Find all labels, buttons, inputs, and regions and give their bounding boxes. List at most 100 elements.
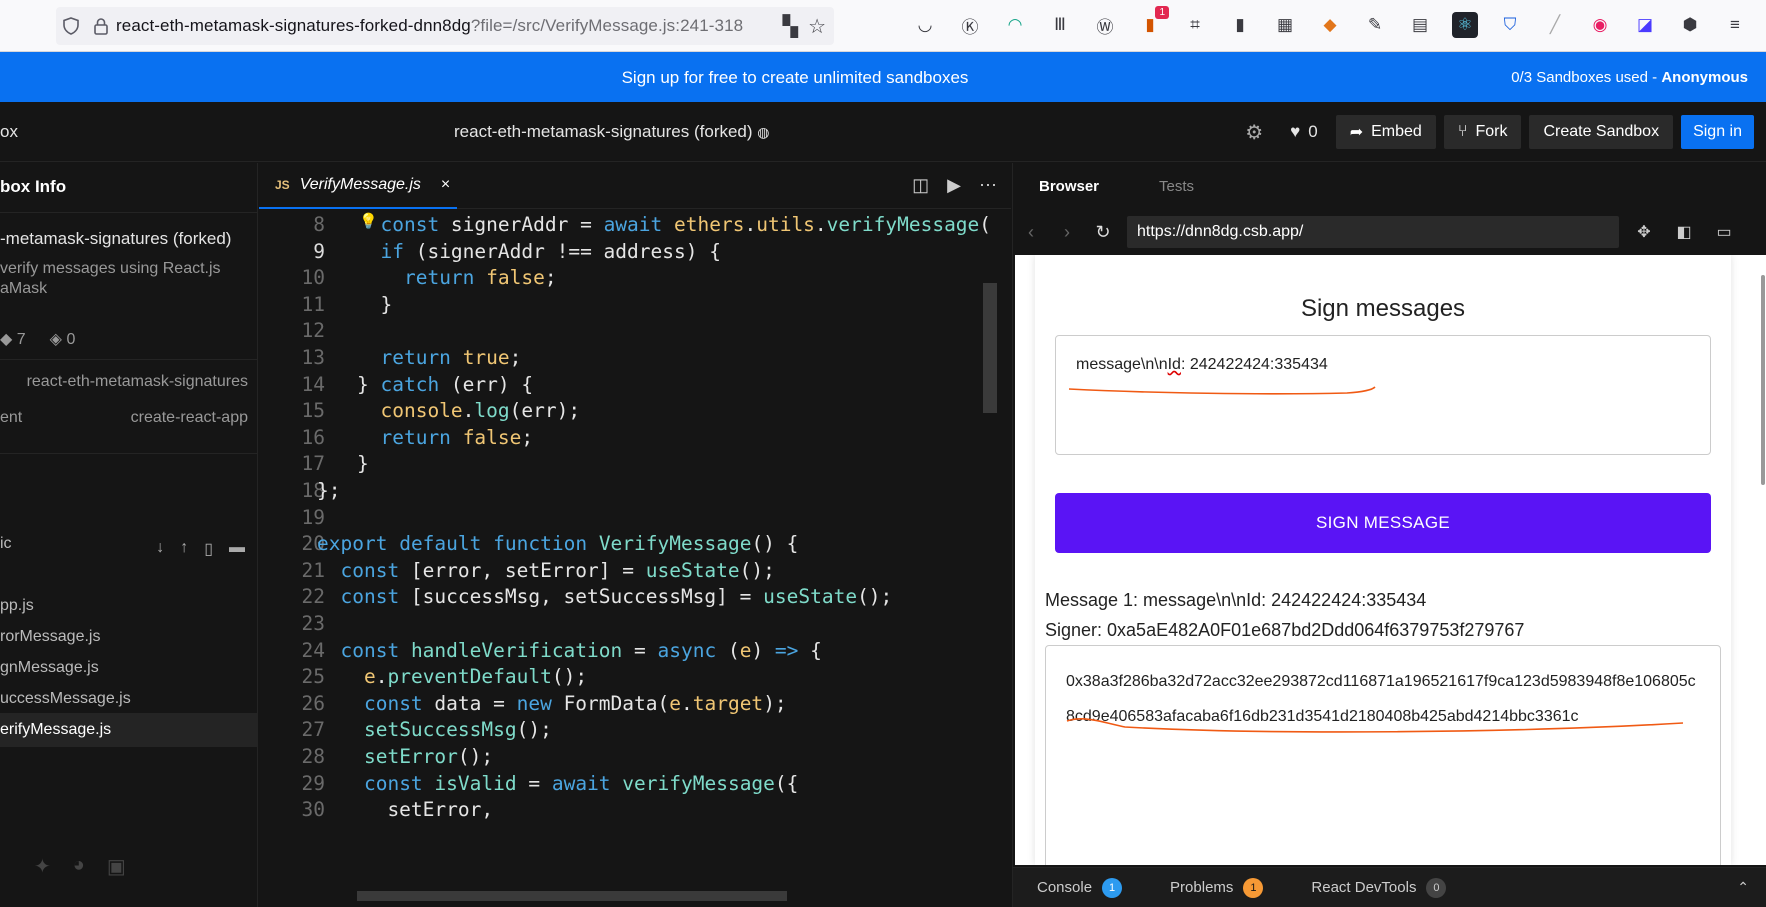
file-item[interactable]: gnMessage.js: [0, 651, 257, 685]
react-devtools-tab[interactable]: React DevTools 0: [1311, 877, 1447, 898]
discord-icon[interactable]: ▣: [107, 854, 126, 879]
console-tab[interactable]: Console 1: [1037, 877, 1123, 898]
react-icon[interactable]: ⚛: [1452, 12, 1478, 38]
embed-label: Embed: [1371, 123, 1422, 140]
sandbox-description[interactable]: verify messages using React.js aMask: [0, 259, 221, 299]
qr-icon[interactable]: ▚: [783, 14, 798, 39]
gear-icon[interactable]: ⚙: [1236, 115, 1272, 149]
devtools-bar: Console 1 Problems 1 React DevTools 0 ⌃: [1013, 867, 1766, 907]
divider: [0, 212, 257, 213]
problems-tab[interactable]: Problems 1: [1170, 877, 1264, 898]
sign-in-button[interactable]: Sign in: [1681, 115, 1754, 149]
forked-from-link[interactable]: react-eth-metamask-signatures: [27, 373, 248, 391]
file-item[interactable]: pp.js: [0, 589, 257, 623]
like-button[interactable]: ♥ 0: [1280, 122, 1328, 142]
create-sandbox-button[interactable]: Create Sandbox: [1529, 115, 1674, 149]
forward-icon[interactable]: ›: [1049, 222, 1085, 243]
chevron-up-icon[interactable]: ⌃: [1737, 879, 1749, 896]
fork-label: Fork: [1475, 123, 1508, 140]
preview-icon[interactable]: ▶: [947, 175, 961, 196]
logo-text[interactable]: ox: [0, 122, 18, 142]
github-icon[interactable]: ◕: [73, 854, 85, 879]
sandbox-name[interactable]: -metamask-signatures (forked): [0, 229, 231, 249]
more-icon[interactable]: ⋯: [979, 175, 997, 196]
file-item[interactable]: rorMessage.js: [0, 620, 257, 654]
tab-tests[interactable]: Tests: [1159, 178, 1194, 195]
notification-icon[interactable]: ▮ 1: [1137, 6, 1169, 38]
forks-stat: ◈ 0: [50, 329, 76, 349]
embed-button[interactable]: ➦ Embed: [1335, 115, 1436, 149]
star-icon[interactable]: ☆: [808, 14, 826, 39]
back-icon[interactable]: ‹: [1013, 222, 1049, 243]
environment-label: ent: [0, 409, 23, 426]
vertical-scrollbar[interactable]: [983, 283, 997, 413]
cube-icon[interactable]: ⬢: [1677, 12, 1703, 38]
url-path: ?file=/src/VerifyMessage.js:241-318: [470, 16, 744, 35]
forked-from-row: react-eth-metamask-signatures: [0, 373, 248, 391]
globe-icon: ◍: [757, 124, 770, 140]
responsive-icon[interactable]: ▭: [1709, 217, 1739, 247]
views-stat: ◆ 7: [0, 329, 26, 349]
speedometer-icon[interactable]: ◠: [1002, 12, 1028, 38]
crop-icon[interactable]: ⌗: [1182, 12, 1208, 38]
extension-k-icon[interactable]: Ⓚ: [957, 12, 983, 38]
twitter-icon[interactable]: ✦: [34, 854, 51, 879]
menu-icon[interactable]: ≡: [1722, 12, 1748, 38]
eyedropper-icon[interactable]: ✎: [1362, 12, 1388, 38]
sandbox-header: ox react-eth-metamask-signatures (forked…: [0, 102, 1766, 162]
views-count: 7: [16, 331, 26, 348]
sandbox-title: react-eth-metamask-signatures (forked) ◍: [454, 122, 770, 142]
url-text[interactable]: react-eth-metamask-signatures-forked-dnn…: [116, 16, 783, 36]
signature-textarea[interactable]: 0x38a3f286ba32d72acc32ee293872cd116871a1…: [1045, 645, 1721, 865]
devtools-icon[interactable]: ✥: [1629, 217, 1659, 247]
url-bar[interactable]: react-eth-metamask-signatures-forked-dnn…: [56, 7, 834, 45]
banner-message[interactable]: Sign up for free to create unlimited san…: [0, 68, 1590, 88]
extension-blue-icon[interactable]: ◪: [1632, 12, 1658, 38]
textarea-text: message\n\n: [1076, 356, 1168, 373]
tab-browser[interactable]: Browser: [1039, 178, 1099, 195]
fork-icon: ⑂: [1457, 123, 1468, 140]
file-item[interactable]: uccessMessage.js: [0, 682, 257, 716]
shield-icon[interactable]: [56, 7, 86, 45]
code-area[interactable]: 8 💡 const signerAddr = await ethers.utils…: [259, 209, 1011, 907]
battery-icon[interactable]: ▮: [1227, 12, 1253, 38]
spellcheck-word: Id: [1167, 356, 1181, 373]
tab-verifymessage[interactable]: JS VerifyMessage.js ×: [259, 163, 457, 209]
problems-label: Problems: [1170, 879, 1234, 896]
grid-icon[interactable]: ▦: [1272, 12, 1298, 38]
bitwarden-icon[interactable]: ⛉: [1497, 12, 1523, 38]
like-count: 0: [1308, 122, 1318, 141]
sign-message-button[interactable]: SIGN MESSAGE: [1055, 493, 1711, 553]
usage-user: Anonymous: [1661, 69, 1748, 86]
reload-icon[interactable]: ↻: [1085, 222, 1121, 243]
folder-public[interactable]: ic: [0, 527, 257, 561]
react-devtools-count: 0: [1426, 877, 1447, 898]
colorpicker-icon[interactable]: ◉: [1587, 12, 1613, 38]
notes-icon[interactable]: ▤: [1407, 12, 1433, 38]
textarea-text: : 242422424:335434: [1180, 356, 1328, 373]
pocket-icon[interactable]: ◡: [912, 12, 938, 38]
notification-badge: 1: [1155, 6, 1169, 19]
horizontal-scrollbar[interactable]: [357, 891, 787, 901]
lock-icon[interactable]: [86, 7, 116, 45]
preview-panel: Browser Tests ‹ › ↻ https://dnn8dg.csb.a…: [1012, 163, 1766, 907]
metamask-fox-icon[interactable]: ◆: [1317, 12, 1343, 38]
wordpress-icon[interactable]: Ⓦ: [1092, 12, 1118, 38]
open-new-window-icon[interactable]: ◧: [1669, 217, 1699, 247]
fork-button[interactable]: ⑂ Fork: [1443, 115, 1522, 149]
usage-text: 0/3 Sandboxes used -: [1511, 69, 1662, 86]
pen-icon[interactable]: ╱: [1542, 12, 1568, 38]
frame-scrollbar[interactable]: [1761, 275, 1765, 485]
divider: [0, 359, 257, 360]
annotation-underline: [1068, 386, 1376, 395]
problems-count: 1: [1243, 877, 1264, 898]
preview-address-input[interactable]: https://dnn8dg.csb.app/: [1127, 216, 1619, 248]
file-item-active[interactable]: erifyMessage.js: [0, 713, 257, 747]
result-message: Message 1: message\n\nId: 242422424:3354…: [1045, 590, 1427, 610]
code-editor: JS VerifyMessage.js × ◫ ▶ ⋯ 8 💡 const sig…: [259, 163, 1011, 907]
ruler-icon[interactable]: Ⅲ: [1047, 12, 1073, 38]
close-icon[interactable]: ×: [441, 176, 450, 194]
result-signer: Signer: 0xa5aE482A0F01e687bd2Ddd064f6379…: [1045, 620, 1525, 640]
split-view-icon[interactable]: ◫: [912, 175, 929, 196]
sign-card: Sign messages message\n\nId: 242422424:3…: [1035, 255, 1731, 865]
